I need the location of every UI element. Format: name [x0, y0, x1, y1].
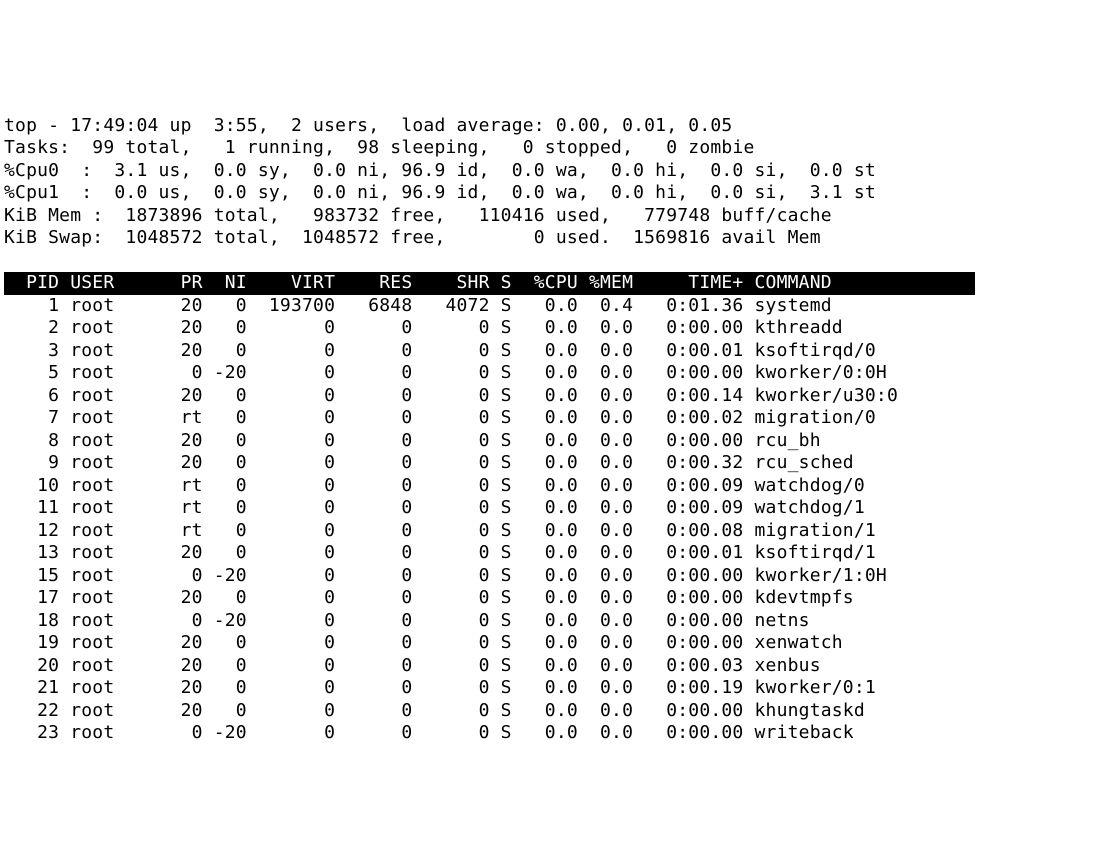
- process-row: 20 root 20 0 0 0 0 S 0.0 0.0 0:00.03 xen…: [4, 655, 1115, 678]
- process-row: 3 root 20 0 0 0 0 S 0.0 0.0 0:00.01 ksof…: [4, 340, 1115, 363]
- cpu-line-1: %Cpu1 : 0.0 us, 0.0 sy, 0.0 ni, 96.9 id,…: [4, 182, 1115, 205]
- summary-line: top - 17:49:04 up 3:55, 2 users, load av…: [4, 115, 1115, 138]
- process-row: 21 root 20 0 0 0 0 S 0.0 0.0 0:00.19 kwo…: [4, 677, 1115, 700]
- process-row: 10 root rt 0 0 0 0 S 0.0 0.0 0:00.09 wat…: [4, 475, 1115, 498]
- process-header: PID USER PR NI VIRT RES SHR S %CPU %MEM …: [4, 272, 1115, 295]
- process-row: 13 root 20 0 0 0 0 S 0.0 0.0 0:00.01 kso…: [4, 542, 1115, 565]
- process-row: 2 root 20 0 0 0 0 S 0.0 0.0 0:00.00 kthr…: [4, 317, 1115, 340]
- process-row: 9 root 20 0 0 0 0 S 0.0 0.0 0:00.32 rcu_…: [4, 452, 1115, 475]
- process-row: 12 root rt 0 0 0 0 S 0.0 0.0 0:00.08 mig…: [4, 520, 1115, 543]
- process-row: 17 root 20 0 0 0 0 S 0.0 0.0 0:00.00 kde…: [4, 587, 1115, 610]
- process-row: 6 root 20 0 0 0 0 S 0.0 0.0 0:00.14 kwor…: [4, 385, 1115, 408]
- process-row: 7 root rt 0 0 0 0 S 0.0 0.0 0:00.02 migr…: [4, 407, 1115, 430]
- process-row: 1 root 20 0 193700 6848 4072 S 0.0 0.4 0…: [4, 295, 1115, 318]
- terminal-output[interactable]: top - 17:49:04 up 3:55, 2 users, load av…: [0, 113, 1119, 747]
- process-row: 5 root 0 -20 0 0 0 S 0.0 0.0 0:00.00 kwo…: [4, 362, 1115, 385]
- process-row: 11 root rt 0 0 0 0 S 0.0 0.0 0:00.09 wat…: [4, 497, 1115, 520]
- process-row: 23 root 0 -20 0 0 0 S 0.0 0.0 0:00.00 wr…: [4, 722, 1115, 745]
- process-header-bar: PID USER PR NI VIRT RES SHR S %CPU %MEM …: [4, 272, 975, 295]
- process-row: 15 root 0 -20 0 0 0 S 0.0 0.0 0:00.00 kw…: [4, 565, 1115, 588]
- process-row: 19 root 20 0 0 0 0 S 0.0 0.0 0:00.00 xen…: [4, 632, 1115, 655]
- mem-line: KiB Mem : 1873896 total, 983732 free, 11…: [4, 205, 1115, 228]
- cpu-line-0: %Cpu0 : 3.1 us, 0.0 sy, 0.0 ni, 96.9 id,…: [4, 160, 1115, 183]
- swap-line: KiB Swap: 1048572 total, 1048572 free, 0…: [4, 227, 1115, 250]
- tasks-line: Tasks: 99 total, 1 running, 98 sleeping,…: [4, 137, 1115, 160]
- process-row: 18 root 0 -20 0 0 0 S 0.0 0.0 0:00.00 ne…: [4, 610, 1115, 633]
- process-row: 22 root 20 0 0 0 0 S 0.0 0.0 0:00.00 khu…: [4, 700, 1115, 723]
- process-row: 8 root 20 0 0 0 0 S 0.0 0.0 0:00.00 rcu_…: [4, 430, 1115, 453]
- blank-line: [4, 250, 1115, 273]
